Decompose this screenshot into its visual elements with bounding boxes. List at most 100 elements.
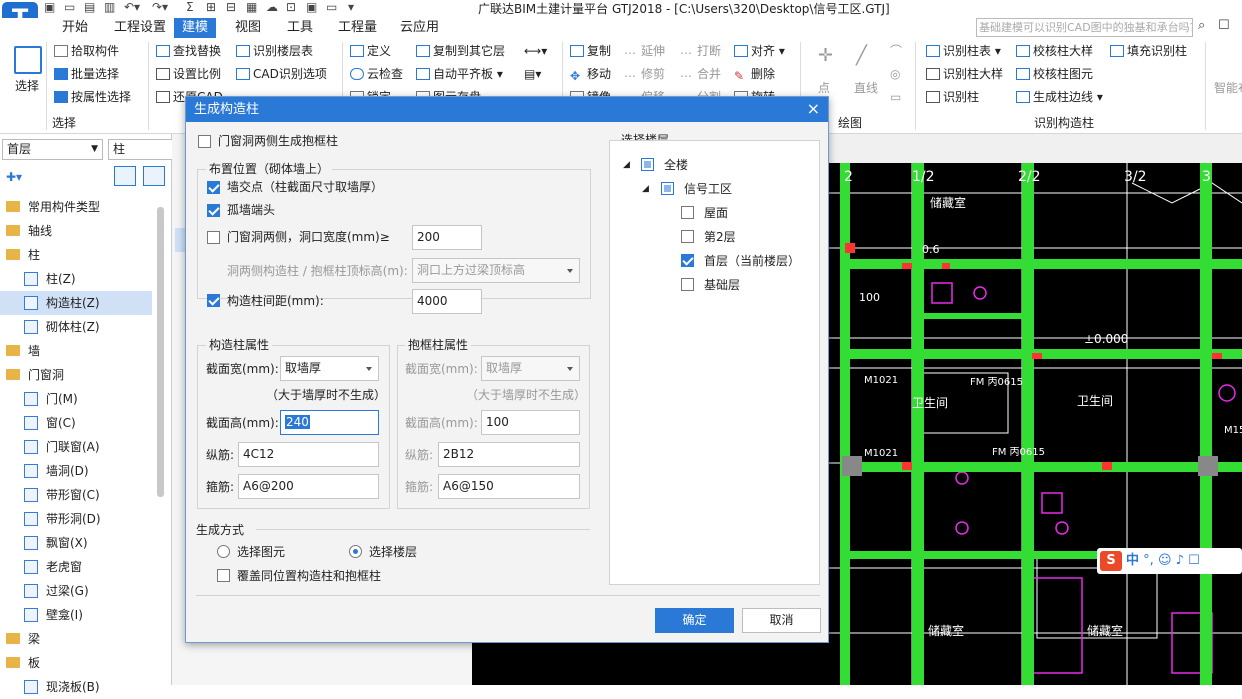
close-icon[interactable]: × xyxy=(807,97,820,121)
cloud-icon[interactable]: ☁ xyxy=(266,0,278,14)
recognize-column-detail-button[interactable]: 识别柱大样 xyxy=(926,66,1003,82)
check-icon[interactable]: ⊡ xyxy=(286,0,296,14)
recognize-floor-table-button[interactable]: 识别楼层表 xyxy=(236,43,313,59)
menu-quantity[interactable]: 工程量 xyxy=(330,18,385,38)
select-floor-radio[interactable] xyxy=(349,545,362,558)
select-element-radio[interactable] xyxy=(217,545,230,558)
bkz-height-input[interactable]: 100 xyxy=(481,410,580,435)
door-window-both-checkbox[interactable] xyxy=(207,231,220,244)
dimension-icon[interactable]: ⟷▾ xyxy=(524,43,547,59)
cad-options-button[interactable]: CAD识别选项 xyxy=(236,66,327,82)
align-button[interactable]: 对齐 ▾ xyxy=(734,43,785,59)
isolated-end-checkbox[interactable] xyxy=(207,204,220,217)
delete-button[interactable]: ✎ 删除 xyxy=(734,66,775,83)
ime-lang[interactable]: 中 xyxy=(1126,553,1139,568)
check-column-element-button[interactable]: 校核柱图元 xyxy=(1016,66,1093,82)
redo-icon[interactable]: ↷▾ xyxy=(152,0,168,14)
top-elevation-select[interactable]: 洞口上方过梁顶标高 xyxy=(412,258,580,283)
ime-punct[interactable]: °, xyxy=(1143,553,1154,568)
layer-icon[interactable]: ▣ xyxy=(306,0,317,14)
generate-column-edge-button[interactable]: 生成柱边线 ▾ xyxy=(1016,89,1103,105)
project-checkbox[interactable] xyxy=(661,182,674,195)
tree-item[interactable]: 门(M) xyxy=(0,387,152,411)
select-arrow-icon[interactable] xyxy=(14,46,42,74)
report-icon[interactable]: ▦ xyxy=(246,0,257,14)
sum-icon[interactable]: Σ xyxy=(186,0,194,14)
copy-to-floor-button[interactable]: 复制到其它层 xyxy=(416,43,505,59)
tree-item[interactable]: 过梁(G) xyxy=(0,579,152,603)
floor-dropdown[interactable]: 首层 ▼ xyxy=(2,139,103,160)
skin-icon[interactable]: ☐ xyxy=(1188,553,1200,568)
overwrite-checkbox[interactable] xyxy=(217,569,230,582)
point-button[interactable]: 点 xyxy=(818,80,830,96)
tree-item[interactable]: 现浇板(B) xyxy=(0,675,152,699)
draw-group-label[interactable]: 绘图 xyxy=(838,114,862,131)
tree-item[interactable]: 飘窗(X) xyxy=(0,531,152,555)
grid-view-icon[interactable] xyxy=(143,166,165,186)
merge-button[interactable]: ⋯ 合并 xyxy=(680,66,721,83)
menu-cloud[interactable]: 云应用 xyxy=(392,18,447,38)
cloud-check-button[interactable]: 云检查 xyxy=(350,66,403,82)
menu-view[interactable]: 视图 xyxy=(227,18,269,38)
recognize-column-table-button[interactable]: 识别柱表 ▾ xyxy=(926,43,1001,59)
summary-icon[interactable]: ⊞ xyxy=(206,0,216,14)
floor-checkbox[interactable] xyxy=(681,230,694,243)
door-width-input[interactable]: 200 xyxy=(412,225,482,250)
menu-tools[interactable]: 工具 xyxy=(279,18,321,38)
rect-icon[interactable]: ▭ xyxy=(890,89,901,105)
arc-icon[interactable]: ⌒ xyxy=(890,43,902,59)
auto-flush-slab-button[interactable]: 自动平齐板 ▾ xyxy=(416,66,503,82)
recognize-column-button[interactable]: 识别柱 xyxy=(926,89,979,105)
customize-arrow-icon[interactable]: ▾ xyxy=(348,0,354,14)
bkz-width-select[interactable]: 取墙厚 xyxy=(481,356,580,381)
tree-folder[interactable]: 梁 xyxy=(0,627,152,651)
collapse-icon[interactable]: ◢ xyxy=(623,157,630,173)
gzz-height-input[interactable]: 240 xyxy=(280,410,379,435)
search-icon[interactable]: ⌕ xyxy=(1198,18,1205,33)
tree-folder[interactable]: 墙 xyxy=(0,339,152,363)
tree-scrollbar[interactable] xyxy=(157,207,164,497)
trim-button[interactable]: ⋯ 修剪 xyxy=(624,66,665,83)
tree-item[interactable]: 带形窗(C) xyxy=(0,483,152,507)
tree-item[interactable]: 带形洞(D) xyxy=(0,507,152,531)
undo-icon[interactable]: ↶▾ xyxy=(124,0,140,14)
view-icon[interactable]: ⊟ xyxy=(226,0,236,14)
select-button[interactable]: 选择 xyxy=(15,78,39,94)
sogou-icon[interactable]: S xyxy=(1100,551,1122,571)
new-component-icon[interactable]: ✚▾ xyxy=(6,170,22,184)
extend-button[interactable]: ⋯ 延伸 xyxy=(624,43,665,60)
ok-button[interactable]: 确定 xyxy=(655,608,734,633)
move-button[interactable]: ✥ 移动 xyxy=(570,66,611,83)
menu-modeling[interactable]: 建模 xyxy=(174,18,217,38)
menu-project-settings[interactable]: 工程设置 xyxy=(106,18,174,38)
batch-select-button[interactable]: 批量选择 xyxy=(54,66,119,82)
floor-checkbox[interactable] xyxy=(681,254,694,267)
wall-intersection-checkbox[interactable] xyxy=(207,181,220,194)
tree-folder[interactable]: 门窗洞 xyxy=(0,363,152,387)
define-button[interactable]: 定义 xyxy=(350,43,391,59)
open-icon[interactable]: ▥ xyxy=(104,0,115,14)
gzz-width-select[interactable]: 取墙厚 xyxy=(280,356,379,381)
tree-item[interactable]: 窗(C) xyxy=(0,411,152,435)
break-button[interactable]: ⋯ 打断 xyxy=(680,43,721,60)
gzz-stir-input[interactable]: A6@200 xyxy=(238,474,379,499)
tree-item[interactable]: 老虎窗 xyxy=(0,555,152,579)
copy-button[interactable]: 复制 xyxy=(570,43,611,59)
emoji-icon[interactable]: ☺ xyxy=(1158,553,1172,568)
ime-toolbar[interactable]: S中 °, ☺ ♪ ☐ xyxy=(1097,548,1242,574)
save-icon[interactable]: ▣ xyxy=(44,0,55,14)
tree-folder[interactable]: 板 xyxy=(0,651,152,675)
check-column-detail-button[interactable]: 校核柱大样 xyxy=(1016,43,1093,59)
tree-item[interactable]: 壁龛(I) xyxy=(0,603,152,627)
tree-folder[interactable]: 常用构件类型 xyxy=(0,195,152,219)
line-button[interactable]: 直线 xyxy=(854,80,878,96)
line-icon[interactable]: ╱ xyxy=(856,47,867,65)
smart-layout-button[interactable]: 智能布 xyxy=(1214,80,1242,96)
tree-item[interactable]: 构造柱(Z) xyxy=(0,291,152,315)
select-by-attr-button[interactable]: 按属性选择 xyxy=(54,89,131,105)
tree-item[interactable]: 门联窗(A) xyxy=(0,435,152,459)
new-file-icon[interactable]: ▭ xyxy=(64,0,75,14)
bkz-long-input[interactable]: 2B12 xyxy=(438,442,580,467)
tree-item[interactable]: 墙洞(D) xyxy=(0,459,152,483)
cancel-button[interactable]: 取消 xyxy=(742,608,821,633)
